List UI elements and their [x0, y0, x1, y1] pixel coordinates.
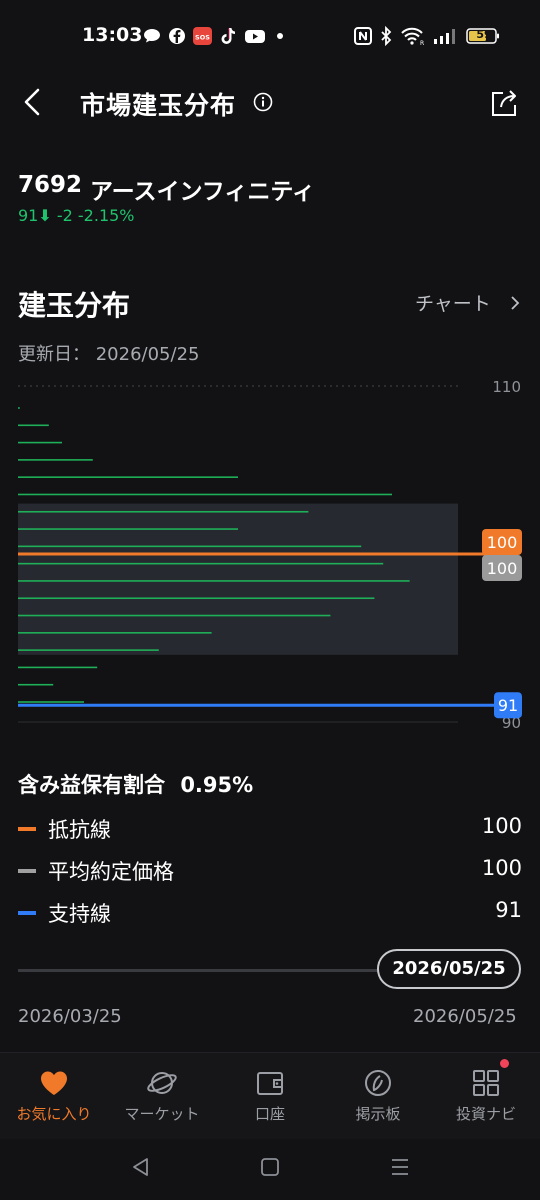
nav-label: お気に入り: [16, 1105, 92, 1123]
sos-icon: SOS: [193, 27, 212, 45]
distribution-bar: [18, 580, 410, 582]
profit-ratio-value: 0.95%: [180, 773, 254, 797]
back-button[interactable]: [14, 80, 54, 124]
nav-label: マーケット: [124, 1105, 200, 1123]
arrow-down-icon: ⬇: [38, 206, 52, 225]
distribution-bar: [18, 510, 309, 513]
chat-bubble-icon: [144, 29, 160, 43]
stock-code: 7692: [18, 172, 83, 198]
signal-icon: [434, 29, 455, 44]
info-icon: [253, 92, 273, 112]
system-back-icon[interactable]: [130, 1156, 152, 1178]
bluetooth-icon: [381, 26, 392, 46]
resistance-swatch: [18, 827, 36, 831]
timeline-handle[interactable]: 2026/05/25: [377, 949, 521, 989]
chevron-left-icon: [24, 88, 40, 116]
distribution-bar: [18, 493, 392, 496]
legend-support: 支持線 91: [18, 898, 522, 928]
share-button[interactable]: [486, 84, 524, 122]
distribution-bar: [18, 528, 238, 530]
nav-board[interactable]: 掲示板: [324, 1053, 432, 1139]
average-price-swatch: [18, 869, 36, 873]
distribution-bar: [18, 476, 238, 478]
wifi-icon: R: [401, 27, 424, 46]
stock-change: -2: [56, 206, 73, 225]
legend-label: 支持線: [48, 902, 111, 926]
legend-resistance: 抵抗線 100: [18, 814, 522, 844]
distribution-bar: [18, 632, 212, 634]
distribution-bar: [18, 407, 20, 409]
nav-label: 投資ナビ: [455, 1105, 516, 1123]
support-swatch: [18, 911, 36, 915]
support-tag-label: 91: [498, 696, 518, 715]
updated-label: 更新日：: [18, 344, 90, 365]
dot-icon: [277, 33, 283, 39]
resistance-tag-label: 100: [487, 533, 518, 552]
timeline-start-date: 2026/03/25: [18, 1006, 122, 1027]
distribution-bar: [18, 683, 54, 686]
average-price-tag-label: 100: [487, 559, 518, 578]
distribution-bar: [18, 666, 98, 669]
chevron-right-icon: [511, 296, 520, 310]
svg-text:R: R: [420, 40, 424, 46]
chart-link-label: チャート: [415, 293, 491, 315]
legend-average-price: 平均約定価格 100: [18, 856, 522, 886]
youtube-icon: [245, 30, 265, 43]
distribution-bar: [18, 597, 375, 600]
updated-date: 更新日： 2026/05/25: [18, 340, 199, 366]
page-title: 市場建玉分布: [80, 91, 237, 120]
section-title: 建玉分布: [18, 289, 131, 322]
distribution-bar: [18, 701, 84, 703]
wallet-icon: [257, 1072, 283, 1095]
distribution-bar: [18, 424, 49, 427]
notification-dot: [500, 1059, 509, 1068]
distribution-chart: 1109010010091: [18, 378, 522, 732]
nav-label: 口座: [254, 1105, 285, 1123]
nav-favorites[interactable]: お気に入り: [0, 1053, 108, 1139]
system-nav-bar: [0, 1140, 540, 1200]
legend-value: 91: [495, 898, 522, 922]
status-bar: 13:03 SOS R 59: [0, 0, 540, 72]
share-icon: [492, 90, 516, 116]
timeline-track[interactable]: [18, 969, 393, 972]
battery-level: 59: [476, 28, 492, 41]
distribution-bar: [18, 649, 159, 651]
distribution-bar: [18, 441, 62, 444]
heart-icon: [41, 1071, 67, 1095]
tiktok-icon: [221, 28, 235, 44]
stock-name: アースインフィニティ: [90, 179, 315, 205]
nav-account[interactable]: 口座: [216, 1053, 324, 1139]
profit-ratio: 含み益保有割合 0.95%: [18, 769, 253, 799]
legend-label: 平均約定価格: [48, 860, 174, 884]
nav-market[interactable]: マーケット: [108, 1053, 216, 1139]
legend-value: 100: [481, 856, 522, 880]
nfc-icon: [354, 27, 372, 45]
stock-price: 91: [18, 206, 39, 225]
planet-icon: [147, 1072, 177, 1094]
distribution-bar: [18, 562, 384, 565]
nav-invest-navi[interactable]: 投資ナビ: [432, 1053, 540, 1139]
timeline-end-date: 2026/05/25: [413, 1006, 517, 1027]
legend-label: 抵抗線: [48, 818, 111, 842]
system-home-icon[interactable]: [259, 1156, 281, 1178]
distribution-bar: [18, 545, 362, 548]
board-icon: [365, 1070, 391, 1096]
distribution-bar: [18, 614, 331, 617]
facebook-icon: [169, 28, 185, 44]
legend-value: 100: [481, 814, 522, 838]
distribution-bar: [18, 459, 93, 461]
y-tick-label: 110: [492, 378, 521, 396]
bottom-nav: お気に入り マーケット 口座 掲示板 投資ナビ: [0, 1052, 540, 1139]
price-line: 91⬇ -2 -2.15%: [18, 206, 135, 225]
profit-ratio-label: 含み益保有割合: [18, 773, 165, 797]
svg-text:SOS: SOS: [195, 34, 210, 42]
status-time: 13:03: [82, 24, 143, 46]
nav-label: 掲示板: [355, 1105, 401, 1123]
grid-icon: [473, 1070, 499, 1096]
system-menu-icon[interactable]: [389, 1156, 411, 1178]
updated-value: 2026/05/25: [95, 344, 200, 365]
chart-link[interactable]: チャート: [415, 289, 523, 316]
info-button[interactable]: [253, 92, 273, 112]
stock-change-pct: -2.15%: [77, 206, 135, 225]
